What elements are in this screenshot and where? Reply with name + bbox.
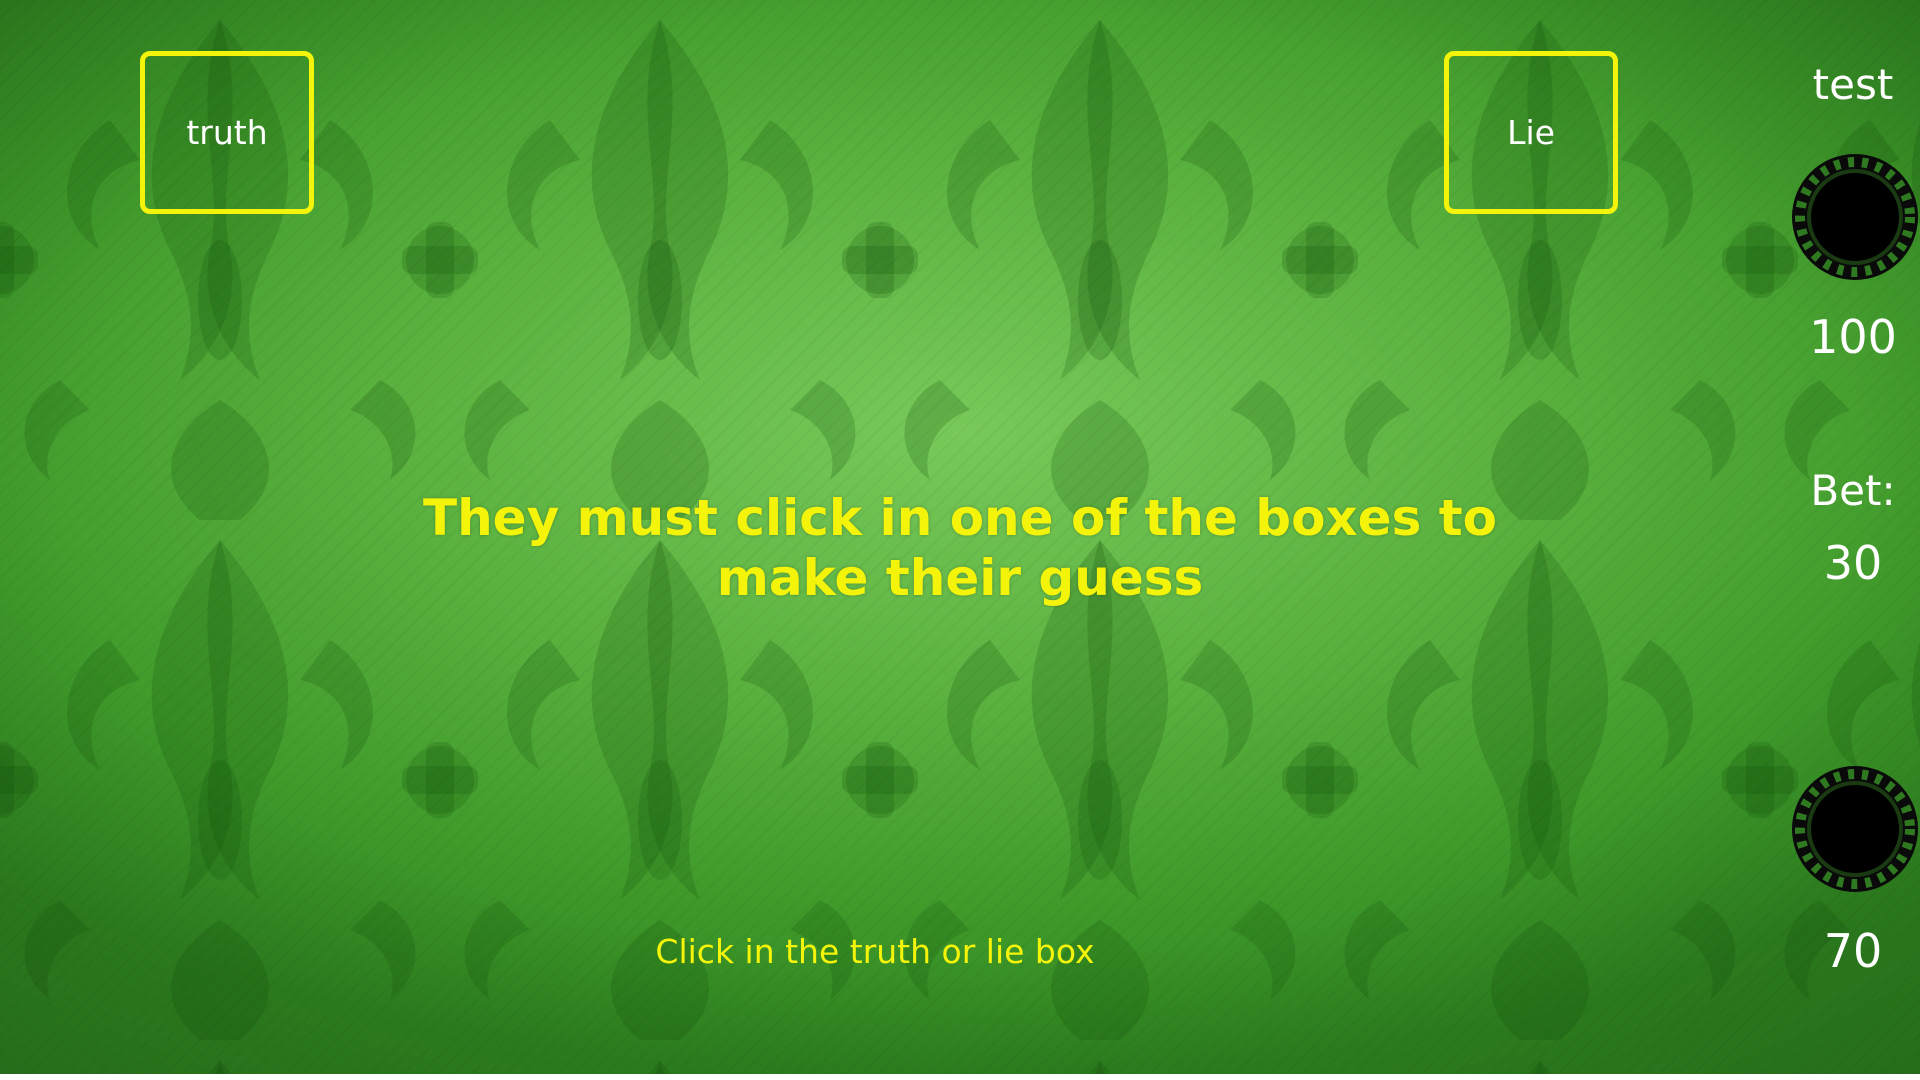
instruction-text: They must click in one of the boxes to m… [422,489,1498,607]
hint-text: Click in the truth or lie box [655,932,1095,971]
balance-value: 100 [1809,310,1897,364]
poker-chip-icon [1792,766,1918,892]
lie-label: Lie [1507,113,1555,152]
bet-value: 30 [1823,536,1883,590]
truth-label: truth [186,113,268,152]
pot-value: 70 [1823,924,1883,978]
bet-label: Bet: [1810,466,1896,515]
player-name: test [1812,60,1894,109]
game-table: truth Lie They must click in one of the … [0,0,1920,1074]
poker-chip-icon [1792,154,1918,280]
lie-box[interactable]: Lie [1444,51,1618,214]
truth-box[interactable]: truth [140,51,314,214]
